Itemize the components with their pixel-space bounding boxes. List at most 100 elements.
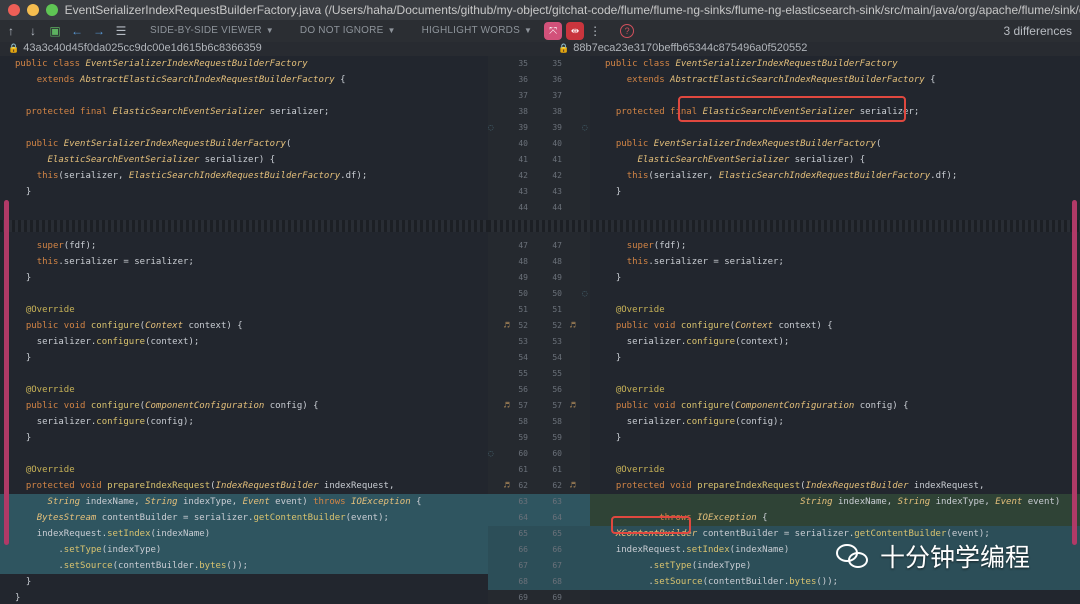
right-line-number: 40 — [552, 139, 562, 148]
left-override-marker-icon[interactable]: ♬ — [504, 478, 509, 494]
right-line-number: 63 — [552, 497, 562, 506]
ignore-mode-dropdown[interactable]: DO NOT IGNORE ▼ — [292, 23, 404, 39]
diff-connector — [488, 510, 590, 526]
collapse-unchanged-icon[interactable]: ⤧ — [544, 22, 563, 40]
code-line: indexRequest.setIndex(indexName) — [0, 526, 488, 542]
code-line: serializer.configure(context); — [36, 337, 200, 347]
arrow-left-icon[interactable]: ← — [66, 24, 88, 38]
right-scrollbar[interactable] — [1072, 200, 1077, 545]
right-line-number: 48 — [552, 257, 562, 266]
code-line: } — [25, 273, 32, 283]
left-editor-pane[interactable]: public class EventSerializerIndexRequest… — [0, 56, 488, 604]
help-icon[interactable]: ? — [620, 24, 635, 38]
list-icon[interactable]: ☰ — [110, 24, 132, 38]
code-line: super(fdf); — [36, 241, 97, 251]
right-line-number: 53 — [552, 337, 562, 346]
left-override-marker-icon[interactable]: ♬ — [504, 398, 509, 414]
diff-connector — [488, 574, 590, 590]
left-line-number: 44 — [518, 203, 528, 212]
watermark-text: 十分钟学编程 — [880, 543, 1031, 572]
code-line: public void configure(Context context) { — [615, 321, 833, 331]
right-line-number: 61 — [552, 465, 562, 474]
highlight-mode-dropdown[interactable]: HIGHLIGHT WORDS ▼ — [414, 23, 541, 39]
chevron-down-icon: ▼ — [523, 26, 533, 35]
code-line: extends AbstractElasticSearchIndexReques… — [36, 75, 346, 85]
left-scrollbar[interactable] — [4, 200, 9, 545]
minimize-window-button[interactable] — [27, 4, 39, 16]
diff-gutter: 35 35 36 36 37 37 38 38 39 39 40 40 41 41 42 42 43 43 44 44… — [488, 56, 590, 604]
diff-connector — [488, 526, 590, 542]
right-revision-hash: 🔒 88b7eca23e3170beffb65344c875496a0f52055… — [558, 42, 807, 54]
right-line-number: 66 — [552, 545, 562, 554]
code-line: serializer.configure(context); — [626, 337, 790, 347]
highlight-mode-label: HIGHLIGHT WORDS — [421, 25, 520, 36]
right-line-number: 68 — [552, 577, 562, 586]
left-line-number: 37 — [518, 91, 528, 100]
more-options-icon[interactable]: ⋮ — [584, 24, 606, 38]
sync-scroll-icon[interactable]: ⇹ — [566, 22, 585, 40]
fold-toggle-icon[interactable]: ◌ — [582, 286, 587, 302]
fold-toggle-icon[interactable]: ◌ — [582, 120, 587, 136]
arrow-right-icon[interactable]: → — [88, 24, 110, 38]
left-line-number: 52 — [518, 321, 528, 330]
viewer-mode-dropdown[interactable]: SIDE-BY-SIDE VIEWER ▼ — [142, 23, 282, 39]
left-line-number: 64 — [518, 513, 528, 522]
right-override-marker-icon[interactable]: ♬ — [570, 478, 575, 494]
code-line: .setSource(contentBuilder.bytes()); — [590, 574, 1080, 590]
fold-toggle-icon[interactable]: ◌ — [488, 120, 493, 136]
highlight-box-xcontentbuilder — [611, 516, 691, 534]
code-line: public void configure(ComponentConfigura… — [615, 401, 909, 411]
left-line-number: 69 — [518, 593, 528, 602]
left-revision-hash: 🔒 43a3c40d45f0da025cc9dc00e1d615b6c836635… — [8, 42, 262, 54]
code-line: this.serializer = serializer; — [36, 257, 194, 267]
code-line: protected void prepareIndexRequest(Index… — [25, 481, 395, 491]
left-line-number: 61 — [518, 465, 528, 474]
left-line-number: 39 — [518, 123, 528, 132]
left-line-number: 68 — [518, 577, 528, 586]
code-line: protected void prepareIndexRequest(Index… — [615, 481, 985, 491]
ignore-mode-label: DO NOT IGNORE — [299, 25, 384, 36]
left-line-number: 63 — [518, 497, 528, 506]
collapsed-lines-fold[interactable] — [590, 220, 1080, 232]
right-override-marker-icon[interactable]: ♬ — [570, 398, 575, 414]
maximize-window-button[interactable] — [46, 4, 58, 16]
code-line: @Override — [615, 305, 665, 315]
arrow-up-icon[interactable]: ↑ — [0, 24, 22, 38]
left-line-number: 40 — [518, 139, 528, 148]
arrow-down-icon[interactable]: ↓ — [22, 24, 44, 38]
right-line-number: 36 — [552, 75, 562, 84]
right-line-number: 67 — [552, 561, 562, 570]
code-line: public void configure(Context context) { — [25, 321, 243, 331]
right-line-number: 37 — [552, 91, 562, 100]
diff-connector — [488, 542, 590, 558]
collapsed-lines-fold[interactable] — [0, 220, 488, 232]
left-override-marker-icon[interactable]: ♬ — [504, 318, 509, 334]
code-line: .setType(indexType) — [0, 542, 488, 558]
code-line: } — [615, 353, 622, 363]
right-line-number: 58 — [552, 417, 562, 426]
right-override-marker-icon[interactable]: ♬ — [570, 318, 575, 334]
right-line-number: 56 — [552, 385, 562, 394]
right-line-number: 62 — [552, 481, 562, 490]
left-line-number: 51 — [518, 305, 528, 314]
right-line-number: 59 — [552, 433, 562, 442]
edit-source-icon[interactable]: ▣ — [44, 24, 66, 38]
fold-toggle-icon[interactable]: ◌ — [488, 446, 493, 462]
left-line-number: 38 — [518, 107, 528, 116]
code-line: } — [25, 433, 32, 443]
close-window-button[interactable] — [8, 4, 20, 16]
code-line: public class EventSerializerIndexRequest… — [15, 59, 308, 69]
code-line: } — [615, 273, 622, 283]
code-line: public void configure(ComponentConfigura… — [25, 401, 319, 411]
code-line: @Override — [25, 305, 75, 315]
right-line-number: 44 — [552, 203, 562, 212]
